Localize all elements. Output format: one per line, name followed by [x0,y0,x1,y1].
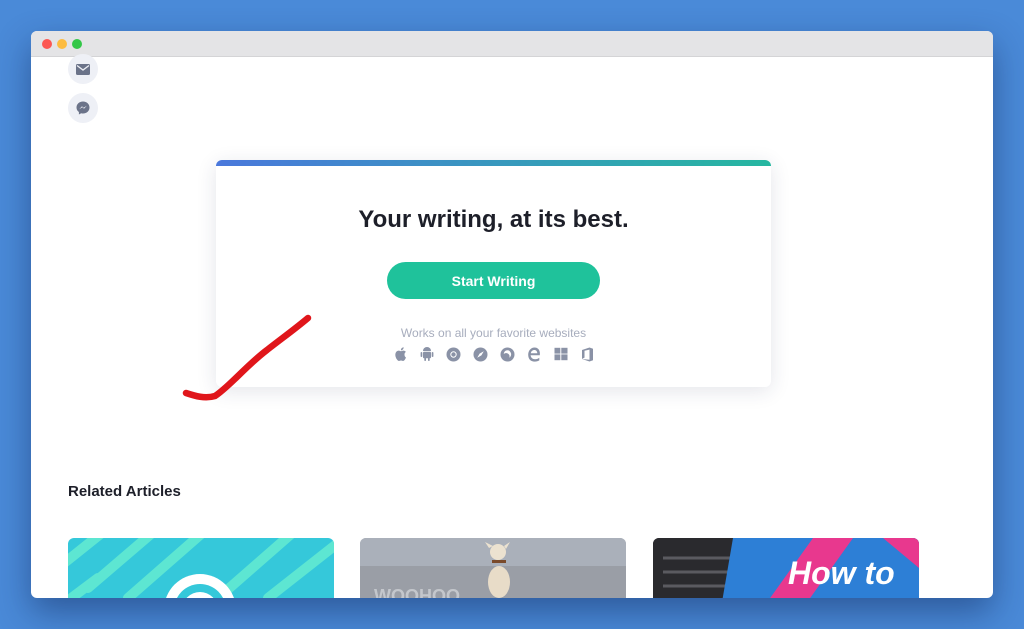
safari-icon [473,346,489,362]
envelope-icon [76,63,90,75]
red-checkmark-annotation [182,314,312,401]
related-article-card[interactable]: How to [653,538,919,598]
firefox-icon [499,346,515,362]
article-thumbnail: How to [653,538,919,598]
windows-icon [553,346,569,362]
share-messenger-button[interactable] [68,93,98,123]
minimize-window-button[interactable] [57,39,67,49]
article-thumbnail [68,538,334,598]
article-thumbnail: WOOHOO [360,538,626,598]
messenger-icon [76,101,90,115]
edge-icon [526,346,542,362]
apple-icon [392,346,408,362]
window-titlebar [31,31,993,57]
article-image-text: How to [788,555,895,591]
close-window-button[interactable] [42,39,52,49]
related-article-card[interactable] [68,538,334,598]
related-articles-title: Related Articles [68,483,181,500]
related-article-card[interactable]: WOOHOO [360,538,626,598]
maximize-window-button[interactable] [72,39,82,49]
cta-gradient-bar [216,160,771,166]
platform-icons [392,346,596,362]
android-icon [419,346,435,362]
browser-window: Your writing, at its best. Start Writing… [31,31,993,598]
cta-title: Your writing, at its best. [358,206,629,233]
start-writing-button[interactable]: Start Writing [387,262,600,299]
office-icon [580,346,596,362]
chrome-icon [446,346,462,362]
article-image-text: WOOHOO [374,586,460,598]
share-email-button[interactable] [68,54,98,84]
